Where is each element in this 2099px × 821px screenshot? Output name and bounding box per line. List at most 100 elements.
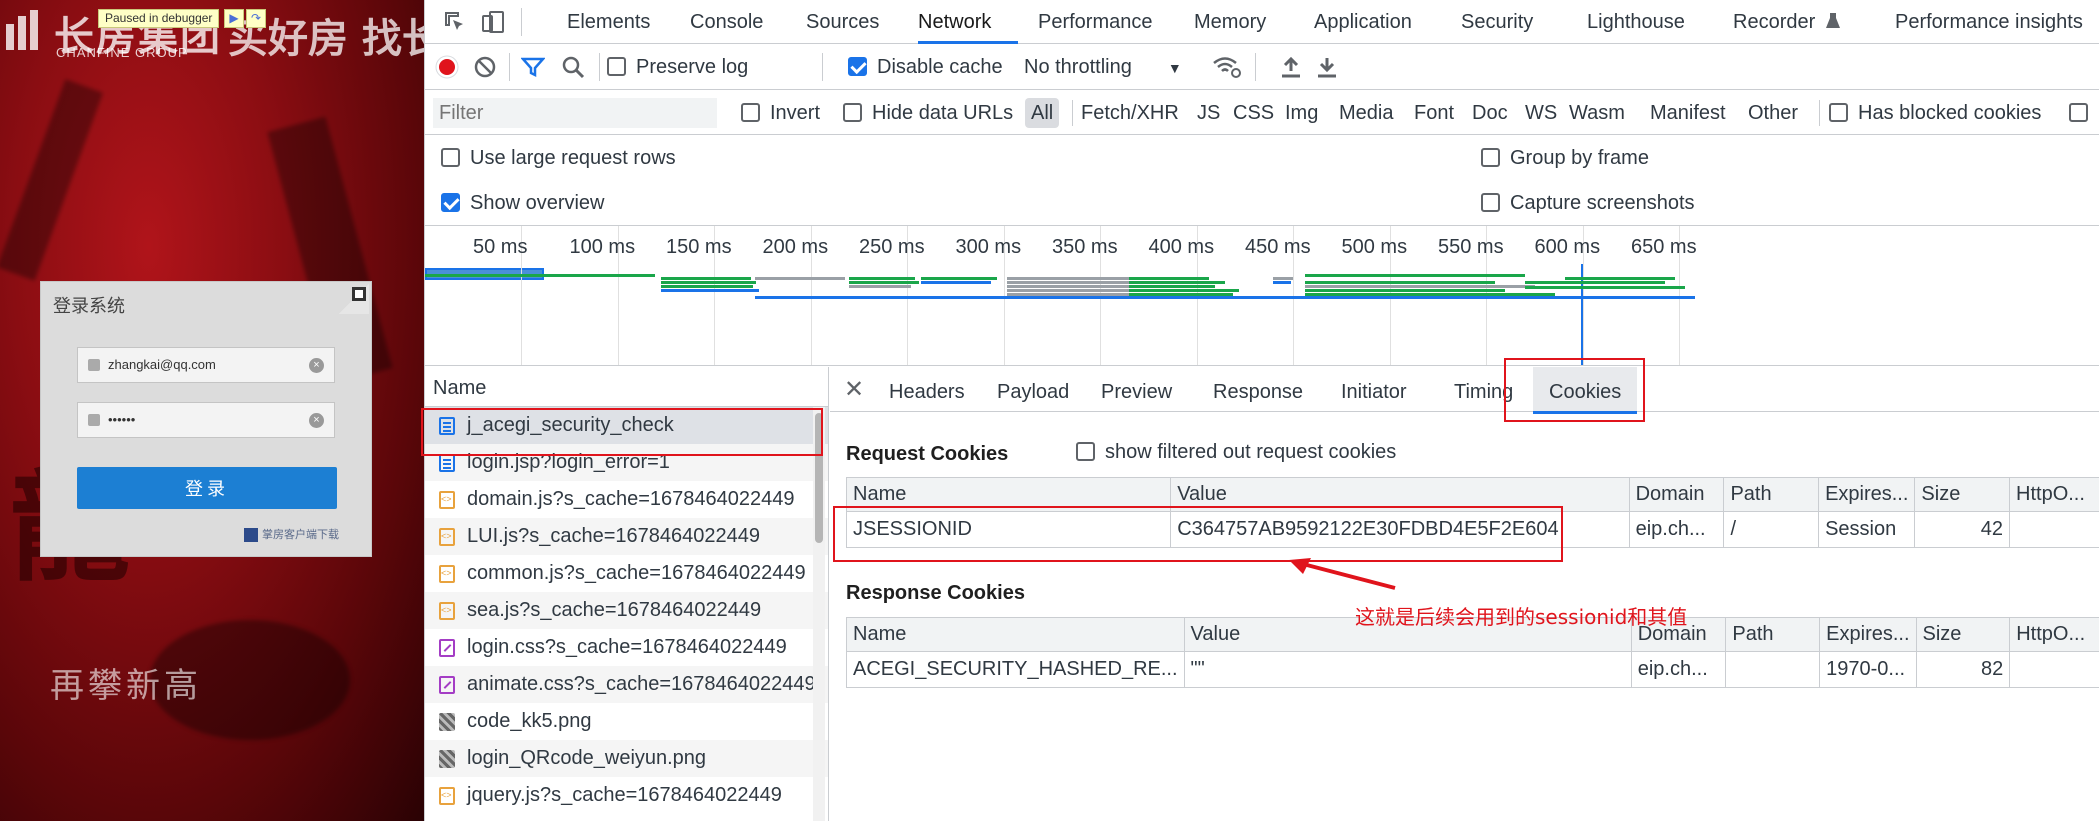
- close-icon[interactable]: ✕: [844, 375, 864, 404]
- import-har-icon[interactable]: [1280, 55, 1302, 79]
- device-toolbar-icon[interactable]: [481, 10, 505, 34]
- request-list-scrollbar[interactable]: [813, 407, 825, 821]
- request-row[interactable]: animate.css?s_cache=1678464022449: [425, 666, 828, 703]
- request-row[interactable]: common.js?s_cache=1678464022449: [425, 555, 828, 592]
- capture-screenshots-checkbox[interactable]: Capture screenshots: [1481, 192, 1695, 215]
- username-field[interactable]: zhangkai@qq.com ×: [77, 347, 335, 383]
- tab-payload[interactable]: Payload: [997, 367, 1069, 417]
- blocked-requests-checkbox[interactable]: [2069, 103, 2088, 122]
- tab-performance-insights[interactable]: Performance insights: [1895, 0, 2083, 44]
- filter-type-other[interactable]: Other: [1748, 91, 1798, 135]
- timeline-label: 250 ms: [859, 236, 925, 258]
- tab-cookies[interactable]: Cookies: [1533, 367, 1638, 414]
- cookie-column-header[interactable]: Size: [1914, 477, 2011, 512]
- disable-cache-checkbox[interactable]: Disable cache: [848, 45, 1003, 90]
- request-row[interactable]: domain.js?s_cache=1678464022449: [425, 481, 828, 518]
- cookie-column-header[interactable]: Expires...: [1818, 477, 1916, 512]
- cookie-column-header[interactable]: Name: [846, 617, 1185, 652]
- filter-type-manifest[interactable]: Manifest: [1650, 91, 1726, 135]
- clear-log-icon[interactable]: [473, 55, 497, 79]
- request-row[interactable]: j_acegi_security_check: [425, 407, 828, 444]
- cookie-column-header[interactable]: Value: [1170, 477, 1630, 512]
- resume-debugger-icon[interactable]: ▶: [224, 9, 244, 28]
- cookie-column-header[interactable]: Name: [845, 477, 1172, 512]
- show-filtered-cookies-checkbox[interactable]: show filtered out request cookies: [1076, 441, 1396, 464]
- tab-console[interactable]: Console: [690, 0, 763, 44]
- cookie-column-header[interactable]: HttpO...: [2009, 477, 2099, 512]
- login-button[interactable]: 登录: [77, 467, 337, 509]
- network-overview[interactable]: 50 ms 100 ms 150 ms 200 ms 250 ms 300 ms 350 m…: [425, 225, 2099, 366]
- throttling-select[interactable]: No throttling ▼: [1024, 45, 1182, 91]
- password-field[interactable]: •••••• ×: [77, 402, 335, 438]
- client-download-link[interactable]: 掌房客户端下载: [244, 526, 339, 543]
- tab-memory[interactable]: Memory: [1194, 0, 1266, 44]
- cookie-row[interactable]: ACEGI_SECURITY_HASHED_RE... "" eip.ch... 19…: [846, 651, 2099, 688]
- filter-type-img[interactable]: Img: [1285, 91, 1318, 135]
- filter-input[interactable]: [433, 98, 717, 128]
- request-row[interactable]: LUI.js?s_cache=1678464022449: [425, 518, 828, 555]
- cookie-column-header[interactable]: Size: [1915, 617, 2011, 652]
- request-row[interactable]: sea.js?s_cache=1678464022449: [425, 592, 828, 629]
- clear-icon[interactable]: ×: [309, 358, 324, 373]
- tab-performance[interactable]: Performance: [1038, 0, 1153, 44]
- show-overview-checkbox[interactable]: Show overview: [441, 192, 605, 215]
- timeline-label: 450 ms: [1245, 236, 1311, 258]
- filter-type-wasm[interactable]: Wasm: [1569, 91, 1625, 135]
- request-row[interactable]: login.css?s_cache=1678464022449: [425, 629, 828, 666]
- search-icon[interactable]: [561, 55, 585, 79]
- filter-type-doc[interactable]: Doc: [1472, 91, 1508, 135]
- waterfall-bar: [1525, 286, 1685, 289]
- tab-timing[interactable]: Timing: [1454, 367, 1513, 417]
- filter-type-fetch-xhr[interactable]: Fetch/XHR: [1081, 91, 1179, 135]
- cookie-column-header[interactable]: Path: [1725, 617, 1821, 652]
- inspect-element-icon[interactable]: [443, 10, 467, 34]
- tab-application[interactable]: Application: [1314, 0, 1412, 44]
- annotation-arrow: [1289, 558, 1396, 590]
- cookie-column-header[interactable]: Domain: [1628, 477, 1725, 512]
- request-row[interactable]: login.jsp?login_error=1: [425, 444, 828, 481]
- filter-icon[interactable]: [521, 55, 545, 79]
- has-blocked-cookies-checkbox[interactable]: Has blocked cookies: [1829, 91, 2041, 135]
- export-har-icon[interactable]: [1316, 55, 1338, 79]
- filter-type-media[interactable]: Media: [1339, 91, 1393, 135]
- cookie-row[interactable]: JSESSIONID C364757AB9592122E30FDBD4E5F2E6…: [845, 511, 2099, 548]
- filter-type-css[interactable]: CSS: [1233, 91, 1274, 135]
- tab-recorder[interactable]: Recorder: [1733, 0, 1815, 44]
- tab-elements[interactable]: Elements: [567, 0, 650, 44]
- tab-sources[interactable]: Sources: [806, 0, 879, 44]
- record-icon[interactable]: [435, 55, 459, 79]
- timeline-label: 50 ms: [473, 236, 528, 258]
- tab-network[interactable]: Network: [918, 0, 1018, 44]
- tab-lighthouse[interactable]: Lighthouse: [1587, 0, 1685, 44]
- preserve-log-checkbox[interactable]: Preserve log: [607, 45, 748, 90]
- cookie-column-header[interactable]: HttpO...: [2009, 617, 2099, 652]
- tab-initiator[interactable]: Initiator: [1341, 367, 1407, 417]
- clear-icon[interactable]: ×: [309, 413, 324, 428]
- group-by-frame-checkbox[interactable]: Group by frame: [1481, 147, 1649, 170]
- password-value: ••••••: [108, 412, 136, 427]
- name-column-header[interactable]: Name: [425, 367, 828, 407]
- request-type-js-icon: [439, 518, 455, 555]
- tab-headers[interactable]: Headers: [889, 367, 965, 417]
- request-type-css-icon: [439, 676, 455, 694]
- filter-type-font[interactable]: Font: [1414, 91, 1454, 135]
- cookie-domain: eip.ch...: [1630, 651, 1727, 688]
- cookie-column-header[interactable]: Expires...: [1819, 617, 1917, 652]
- filter-type-js[interactable]: JS: [1197, 91, 1220, 135]
- request-row[interactable]: jquery.js?s_cache=1678464022449: [425, 777, 828, 814]
- request-row[interactable]: login_QRcode_weiyun.png: [425, 740, 828, 777]
- network-conditions-icon[interactable]: [1212, 55, 1242, 79]
- tab-preview[interactable]: Preview: [1101, 367, 1172, 417]
- cookie-column-header[interactable]: Path: [1723, 477, 1820, 512]
- hide-data-urls-checkbox[interactable]: Hide data URLs: [843, 91, 1013, 135]
- large-rows-checkbox[interactable]: Use large request rows: [441, 147, 676, 170]
- lock-icon: [88, 414, 100, 426]
- filter-type-ws[interactable]: WS: [1525, 91, 1557, 135]
- tab-security[interactable]: Security: [1461, 0, 1533, 44]
- filter-type-all[interactable]: All: [1025, 98, 1060, 128]
- tab-response[interactable]: Response: [1213, 367, 1303, 417]
- invert-checkbox[interactable]: Invert: [741, 91, 820, 135]
- qr-login-toggle-icon[interactable]: [339, 284, 369, 314]
- request-row[interactable]: code_kk5.png: [425, 703, 828, 740]
- step-over-icon[interactable]: ↷: [246, 9, 266, 28]
